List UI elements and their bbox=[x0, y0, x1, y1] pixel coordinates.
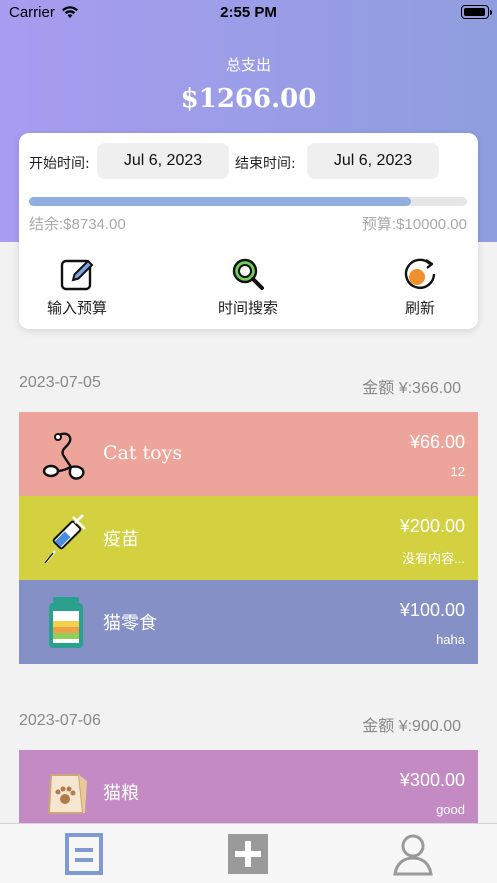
profile-icon bbox=[393, 834, 433, 876]
expense-name: 猫粮 bbox=[103, 783, 139, 804]
budget-progress-fill bbox=[29, 197, 412, 206]
end-date-picker[interactable]: Jul 6, 2023 bbox=[307, 143, 439, 179]
edit-icon bbox=[60, 259, 94, 291]
time-search-button[interactable]: 时间搜索 bbox=[193, 256, 303, 318]
expense-row-cat-food[interactable]: 猫粮 ¥300.00 good bbox=[19, 750, 478, 834]
budget-card: 开始时间: Jul 6, 2023 结束时间: Jul 6, 2023 结余:$… bbox=[19, 133, 478, 329]
status-bar: Carrier 2:55 PM bbox=[0, 0, 497, 28]
time-search-label: 时间搜索 bbox=[217, 299, 278, 317]
group-total: 金额 ¥:900.00 bbox=[362, 718, 461, 735]
syringe-icon bbox=[44, 514, 86, 564]
group-date: 2023-07-05 bbox=[19, 374, 101, 391]
budget-progress-bar bbox=[29, 197, 467, 206]
screen: Carrier 2:55 PM 总支出 $1266.00 开始时间: Jul 6… bbox=[0, 0, 497, 883]
balance-text: 结余:$8734.00 bbox=[29, 216, 126, 233]
total-expense-label: 总支出 bbox=[225, 56, 271, 74]
group-header: 2023-07-06 金额 ¥:900.00 bbox=[19, 712, 461, 735]
cat-food-bag-icon bbox=[47, 774, 87, 814]
expense-note: good bbox=[436, 802, 465, 817]
expense-name: 疫苗 bbox=[103, 529, 139, 550]
end-date-label: 结束时间: bbox=[235, 156, 296, 172]
expense-amount: ¥200.00 bbox=[399, 516, 465, 536]
total-expense-amount: $1266.00 bbox=[180, 84, 317, 114]
input-budget-label: 输入预算 bbox=[46, 299, 107, 317]
budget-text: 预算:$10000.00 bbox=[361, 216, 467, 233]
tab-profile[interactable] bbox=[391, 832, 435, 876]
expense-name: 猫零食 bbox=[103, 613, 157, 634]
expense-note: 没有内容... bbox=[402, 551, 465, 566]
expense-note: 12 bbox=[450, 464, 465, 479]
start-date-label: 开始时间: bbox=[29, 156, 90, 172]
refresh-button[interactable]: 刷新 bbox=[365, 256, 475, 318]
expense-name: Cat toys bbox=[103, 442, 183, 464]
expense-note: haha bbox=[436, 632, 465, 647]
expense-amount: ¥66.00 bbox=[409, 432, 465, 452]
tab-add[interactable] bbox=[226, 832, 270, 876]
expense-row-cat-toys[interactable]: Cat toys ¥66.00 12 bbox=[19, 412, 478, 496]
expense-amount: ¥300.00 bbox=[399, 770, 465, 790]
cat-toy-icon bbox=[42, 432, 85, 480]
group-total: 金额 ¥:366.00 bbox=[362, 380, 461, 397]
list-icon bbox=[65, 833, 103, 875]
tab-list[interactable] bbox=[62, 832, 106, 876]
expense-row-vaccine[interactable]: 疫苗 ¥200.00 没有内容... bbox=[19, 496, 478, 580]
refresh-icon bbox=[404, 258, 436, 289]
expense-row-cat-snacks[interactable]: 猫零食 ¥100.00 haha bbox=[19, 580, 478, 664]
search-icon bbox=[232, 258, 264, 290]
tab-bar bbox=[0, 823, 497, 883]
refresh-label: 刷新 bbox=[404, 299, 435, 317]
status-time: 2:55 PM bbox=[220, 4, 277, 21]
add-icon bbox=[228, 834, 268, 874]
snack-jar-icon bbox=[49, 597, 83, 648]
start-date-picker[interactable]: Jul 6, 2023 bbox=[97, 143, 229, 179]
battery-icon bbox=[461, 5, 492, 19]
input-budget-button[interactable]: 输入预算 bbox=[22, 256, 132, 318]
group-date: 2023-07-06 bbox=[19, 712, 101, 729]
group-header: 2023-07-05 金额 ¥:366.00 bbox=[19, 374, 461, 397]
expense-amount: ¥100.00 bbox=[399, 600, 465, 620]
